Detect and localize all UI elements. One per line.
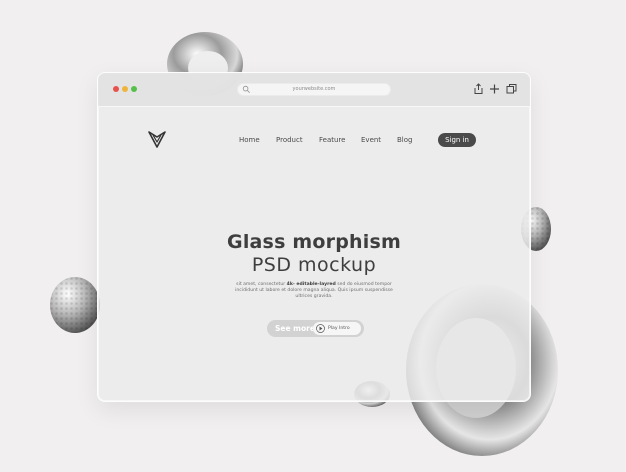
sign-in-button[interactable]: Sign in [438, 133, 476, 147]
maximize-window-dot[interactable] [131, 86, 137, 92]
nav-link-product[interactable]: Product [276, 135, 303, 145]
play-intro-button[interactable]: Play Intro [313, 322, 361, 335]
nav-link-event[interactable]: Event [361, 135, 381, 145]
browser-window: yourwebsite.com Home Product Feature Eve… [97, 72, 531, 402]
share-icon[interactable] [473, 83, 484, 95]
browser-titlebar: yourwebsite.com [98, 73, 530, 107]
hero-description-bold: 4k- editable-layred [286, 282, 336, 287]
minimize-window-dot[interactable] [122, 86, 128, 92]
see-more-button[interactable]: See more [275, 323, 315, 334]
hero-title-line1: Glass morphism [227, 231, 401, 253]
tabs-overview-icon[interactable] [506, 83, 517, 95]
chrome-ball-left-decoration [50, 277, 100, 333]
close-window-dot[interactable] [113, 86, 119, 92]
hero-description-pre: sit amet, consectetur [236, 282, 286, 287]
hero-title-line2: PSD mockup [251, 254, 377, 276]
address-bar-url: yourwebsite.com [292, 86, 336, 92]
address-bar[interactable]: yourwebsite.com [237, 83, 391, 96]
play-cursor-icon [316, 324, 325, 333]
play-intro-label: Play Intro [328, 326, 350, 331]
nav-link-blog[interactable]: Blog [397, 135, 412, 145]
mockup-scene: yourwebsite.com Home Product Feature Eve… [0, 0, 626, 472]
new-tab-plus-icon[interactable] [489, 83, 500, 95]
nav-link-home[interactable]: Home [239, 135, 260, 145]
nav-link-feature[interactable]: Feature [319, 135, 345, 145]
hero-description: sit amet, consectetur 4k- editable-layre… [228, 282, 400, 300]
brand-logo-icon[interactable] [147, 129, 167, 149]
